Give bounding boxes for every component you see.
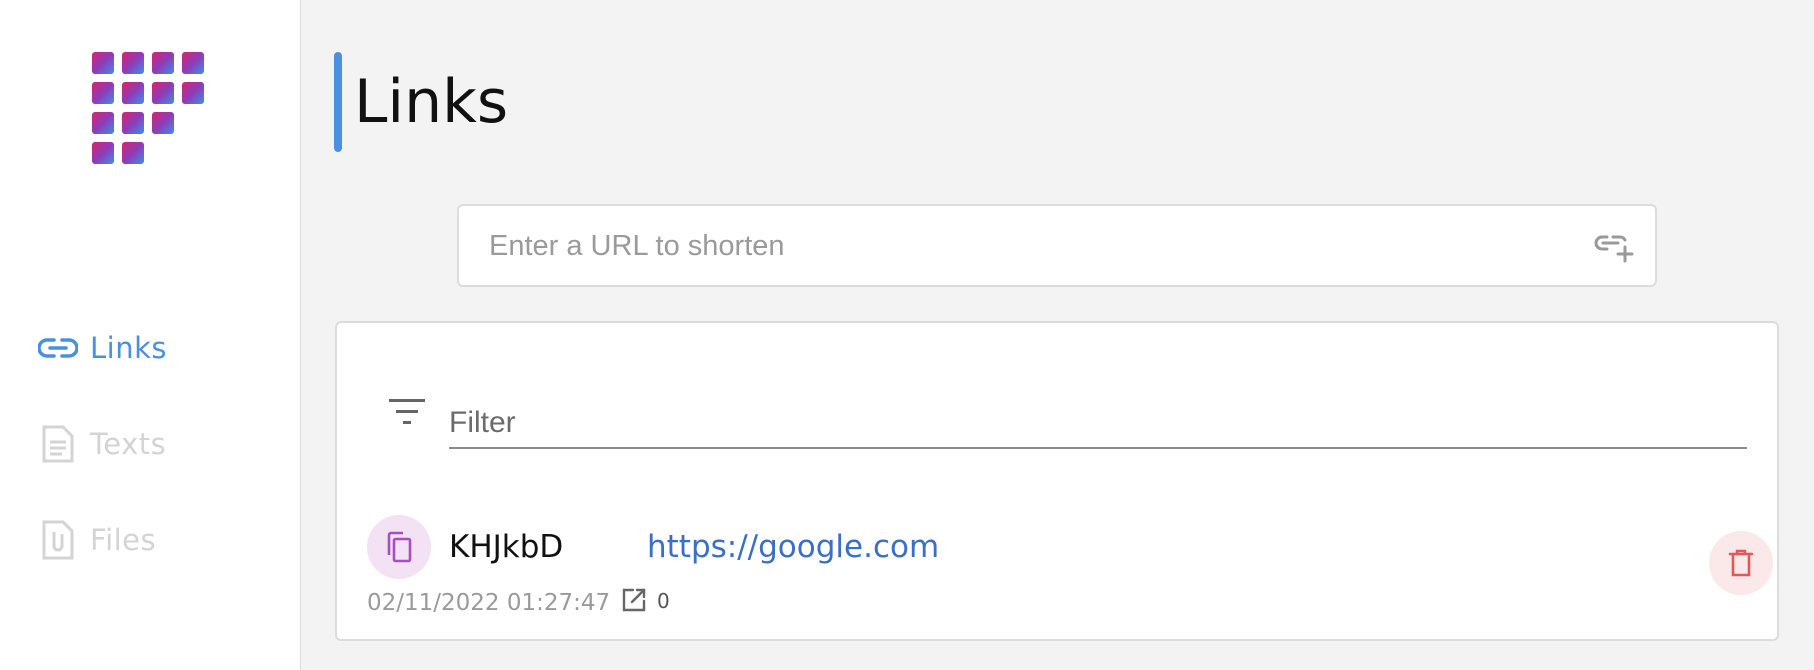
sidebar-item-files[interactable]: Files	[38, 518, 156, 562]
add-link-icon	[1594, 235, 1634, 263]
paperclip-icon	[38, 520, 78, 560]
trash-icon	[1728, 549, 1754, 577]
link-row: KHJkbD https://google.com 02/11/2022 01:…	[367, 513, 1773, 623]
sidebar-item-links[interactable]: Links	[38, 326, 167, 370]
target-url-link[interactable]: https://google.com	[647, 527, 939, 567]
app-logo	[92, 52, 212, 172]
copy-icon	[387, 531, 412, 563]
sidebar-item-texts[interactable]: Texts	[38, 422, 166, 466]
created-timestamp: 02/11/2022 01:27:47	[367, 590, 611, 616]
external-link-icon	[621, 587, 647, 613]
delete-button[interactable]	[1709, 531, 1773, 595]
links-card: KHJkbD https://google.com 02/11/2022 01:…	[335, 321, 1779, 641]
link-icon	[38, 328, 78, 368]
url-input[interactable]	[489, 220, 1569, 272]
visits-count: 0	[657, 589, 670, 613]
title-accent-bar	[334, 52, 342, 152]
copy-button[interactable]	[367, 515, 431, 579]
sidebar-item-label: Texts	[90, 427, 167, 461]
sidebar: Links Texts Files	[0, 0, 301, 670]
add-link-button[interactable]	[1593, 228, 1637, 268]
url-shortener-box	[457, 204, 1657, 287]
sidebar-item-label: Files	[90, 523, 157, 557]
filter-icon	[387, 395, 427, 431]
sidebar-item-label: Links	[90, 331, 167, 365]
short-code[interactable]: KHJkbD	[449, 527, 563, 567]
page-title: Links	[354, 67, 509, 137]
filter-input[interactable]	[449, 391, 1747, 449]
document-icon	[38, 424, 78, 464]
